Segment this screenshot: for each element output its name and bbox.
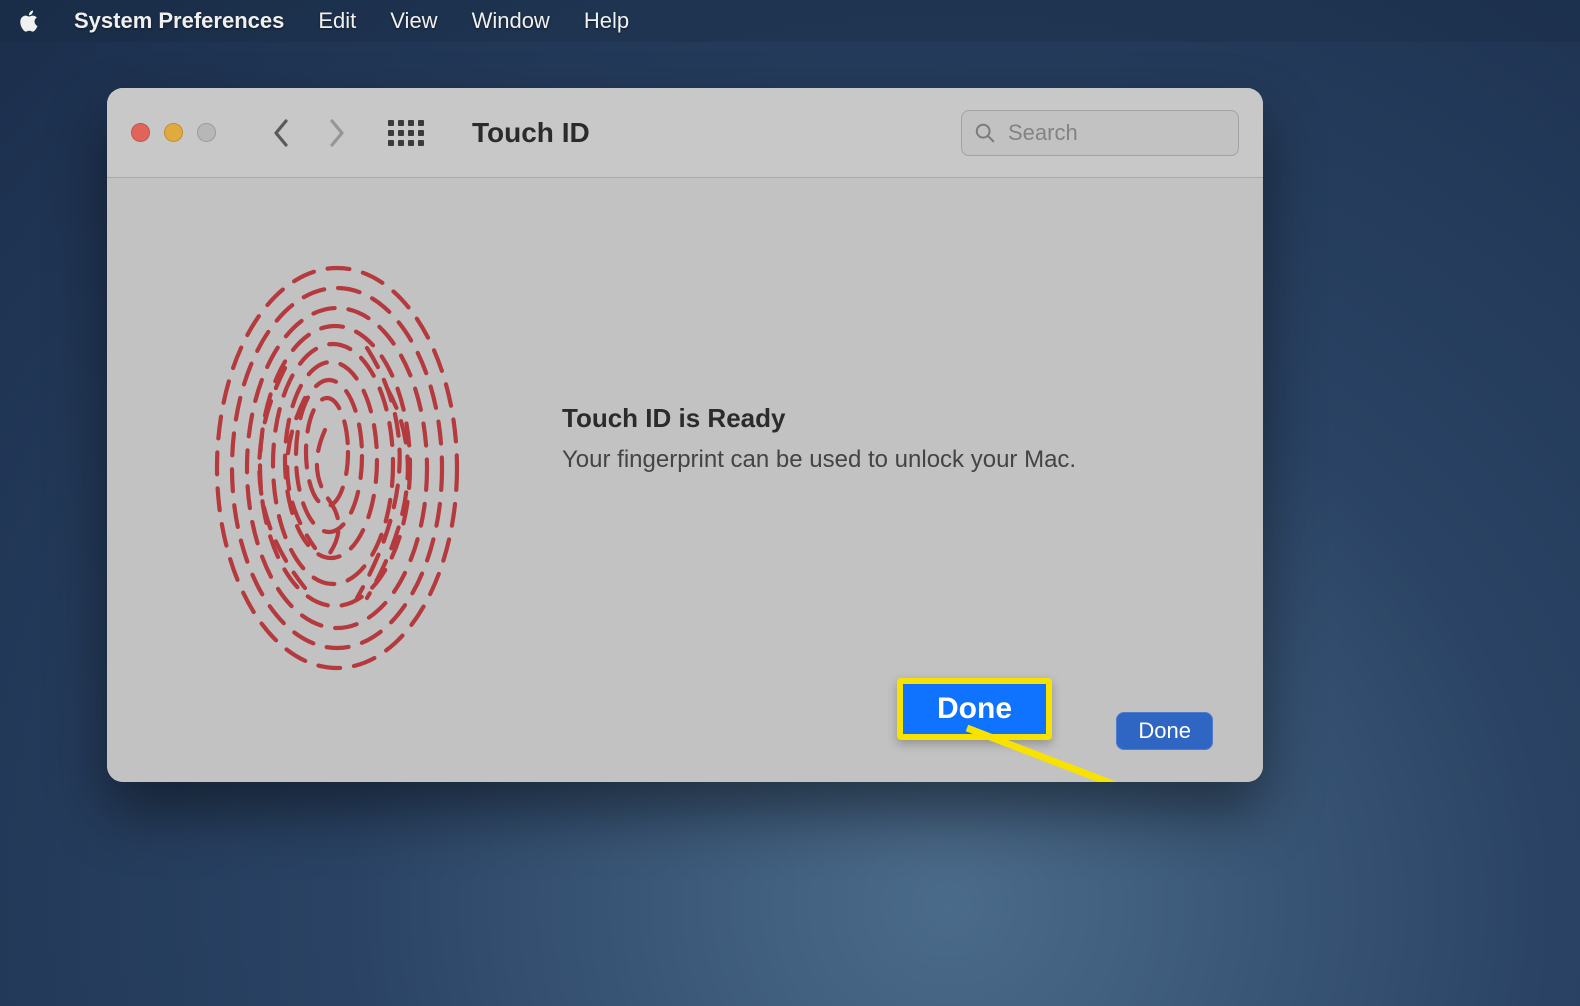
menubar: System Preferences Edit View Window Help: [0, 0, 1580, 42]
done-button[interactable]: Done: [1116, 712, 1213, 750]
menu-view[interactable]: View: [390, 8, 437, 34]
zoom-button[interactable]: [197, 123, 216, 142]
forward-button[interactable]: [328, 119, 346, 147]
menu-help[interactable]: Help: [584, 8, 629, 34]
status-subtext: Your fingerprint can be used to unlock y…: [562, 446, 1183, 474]
close-button[interactable]: [131, 123, 150, 142]
menu-window[interactable]: Window: [472, 8, 550, 34]
search-field[interactable]: [961, 110, 1239, 156]
status-heading: Touch ID is Ready: [562, 403, 1183, 434]
fingerprint-icon: [207, 258, 467, 678]
apple-menu-icon[interactable]: [18, 9, 40, 33]
nav-arrows: [272, 119, 346, 147]
menu-edit[interactable]: Edit: [318, 8, 356, 34]
traffic-lights: [131, 123, 216, 142]
window-body: Touch ID is Ready Your fingerprint can b…: [107, 178, 1263, 782]
search-icon: [974, 122, 996, 144]
show-all-icon[interactable]: [388, 120, 424, 146]
annotation-done-callout: Done: [897, 678, 1052, 740]
search-input[interactable]: [1006, 119, 1263, 147]
back-button[interactable]: [272, 119, 290, 147]
status-text: Touch ID is Ready Your fingerprint can b…: [562, 403, 1183, 474]
preferences-window: Touch ID: [107, 88, 1263, 782]
app-name[interactable]: System Preferences: [74, 8, 284, 34]
pane-title: Touch ID: [472, 117, 590, 149]
window-titlebar: Touch ID: [107, 88, 1263, 178]
minimize-button[interactable]: [164, 123, 183, 142]
